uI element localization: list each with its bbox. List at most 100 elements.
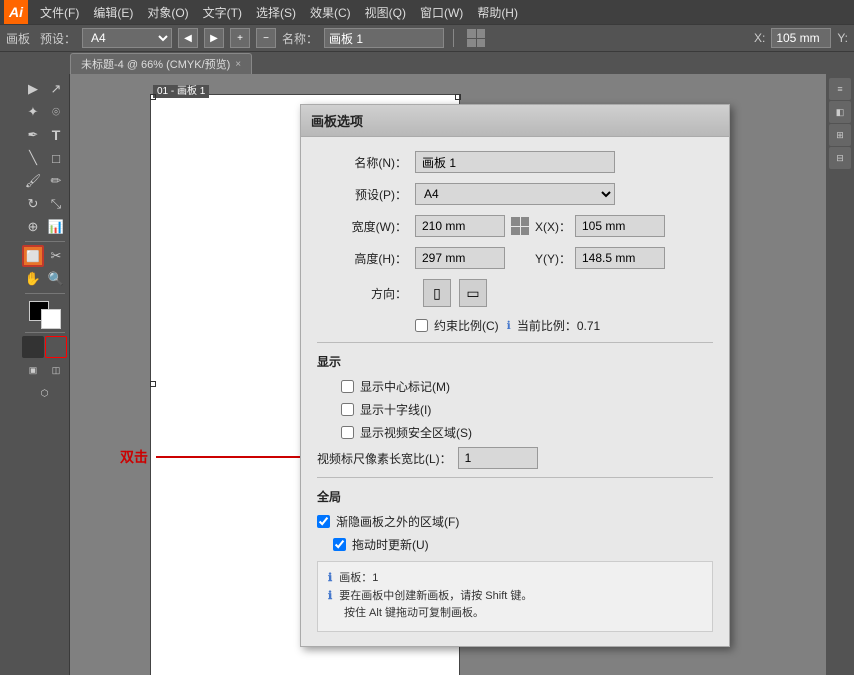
tool-mode-2[interactable] [45, 336, 67, 358]
show-safe-checkbox[interactable] [341, 426, 354, 439]
show-crosshair-checkbox[interactable] [341, 403, 354, 416]
show-crosshair-label: 显示十字线(I) [360, 401, 431, 418]
tool-paintbrush[interactable]: 🖌 [22, 170, 44, 192]
tool-bar-chart[interactable]: 📊 [45, 216, 67, 238]
fade-checkbox[interactable] [317, 515, 330, 528]
tool-screen-2[interactable]: ◫ [45, 359, 67, 381]
corner-tl [150, 94, 156, 100]
artboard-prev-btn[interactable]: ◀ [178, 28, 198, 48]
video-ratio-input[interactable] [458, 447, 538, 469]
tool-screen-3[interactable]: ⬡ [34, 382, 56, 404]
menu-file[interactable]: 文件(F) [34, 2, 85, 23]
divider-1 [317, 342, 713, 343]
x-coord-field-label: X(X)： [535, 218, 575, 235]
tool-zoom[interactable]: 🔍 [45, 268, 67, 290]
right-btn-2[interactable]: ◧ [829, 101, 851, 123]
tool-blend[interactable]: ⊕ [22, 216, 44, 238]
landscape-btn[interactable]: ▭ [459, 279, 487, 307]
menu-effect[interactable]: 效果(C) [304, 2, 357, 23]
width-x-row: 宽度(W)： X(X)： [317, 215, 713, 237]
right-btn-3[interactable]: ⊞ [829, 124, 851, 146]
preset-dropdown[interactable]: A4 [415, 183, 615, 205]
artboard-add-btn[interactable]: + [230, 28, 250, 48]
artboard-del-btn[interactable]: − [256, 28, 276, 48]
portrait-btn[interactable]: ▯ [423, 279, 451, 307]
panel-label-text: 画板 [6, 30, 30, 47]
constraint-checkbox[interactable] [415, 319, 428, 332]
show-center-row: 显示中心标记(M) [317, 378, 713, 395]
menu-select[interactable]: 选择(S) [250, 2, 302, 23]
height-input[interactable] [415, 247, 505, 269]
constraint-row: 约束比例(C) ℹ 当前比例： 0.71 [317, 317, 713, 334]
show-safe-row: 显示视频安全区域(S) [317, 424, 713, 441]
tool-slice[interactable]: ✂ [45, 245, 67, 267]
app-logo: Ai [4, 0, 28, 24]
tool-hand[interactable]: ✋ [22, 268, 44, 290]
color-box [24, 301, 66, 329]
tab-close-btn[interactable]: × [235, 59, 241, 70]
y-coord-label: Y: [837, 31, 848, 45]
right-btn-1[interactable]: ≡ [829, 78, 851, 100]
tool-magic-wand[interactable]: ✦ [22, 101, 44, 123]
y-input[interactable] [575, 247, 665, 269]
fg-bg-colors[interactable] [29, 301, 61, 329]
width-input[interactable] [415, 215, 505, 237]
separator [453, 29, 454, 47]
right-btn-4[interactable]: ⊟ [829, 147, 851, 169]
menu-edit[interactable]: 编辑(E) [87, 2, 139, 23]
menu-window[interactable]: 窗口(W) [414, 2, 469, 23]
show-center-checkbox[interactable] [341, 380, 354, 393]
dialog-title-bar[interactable]: 画板选项 [301, 105, 729, 137]
constraint-info-icon[interactable]: ℹ [507, 319, 511, 332]
background-color[interactable] [41, 309, 61, 329]
height-field-label: 高度(H)： [317, 250, 407, 267]
tool-screen-1[interactable]: ▣ [22, 359, 44, 381]
grid-icon [467, 29, 485, 47]
preset-field-label: 预设(P)： [317, 186, 407, 203]
y-coord-field-label: Y(Y)： [535, 250, 575, 267]
preset-select[interactable]: A4 [82, 28, 172, 48]
tab-bar: 未标题-4 @ 66% (CMYK/预览) × [0, 52, 854, 74]
orientation-row: 方向： ▯ ▭ [317, 279, 713, 307]
x-coord-input[interactable] [771, 28, 831, 48]
tool-mode-1[interactable] [22, 336, 44, 358]
tool-scale[interactable]: ⤡ [45, 193, 67, 215]
tool-pen[interactable]: ✒ [22, 124, 44, 146]
fade-row: 渐隐画板之外的区域(F) [317, 513, 713, 530]
tool-line[interactable]: ╲ [22, 147, 44, 169]
menu-object[interactable]: 对象(O) [141, 2, 194, 23]
active-tab[interactable]: 未标题-4 @ 66% (CMYK/预览) × [70, 53, 252, 74]
info-artboard-row: ℹ 画板：1 [328, 570, 702, 588]
tool-rotate[interactable]: ↻ [22, 193, 44, 215]
divider-2 [317, 477, 713, 478]
menu-view[interactable]: 视图(Q) [359, 2, 412, 23]
tool-artboard[interactable]: ⬜ [22, 245, 44, 267]
canvas-area: 01 - 画板 1 双击 画板选项 名称(N)： [70, 74, 826, 675]
menu-items: 文件(F) 编辑(E) 对象(O) 文字(T) 选择(S) 效果(C) 视图(Q… [34, 2, 524, 23]
name-input[interactable] [415, 151, 615, 173]
panel-label-strip [0, 74, 20, 675]
tool-lasso[interactable]: ⌾ [45, 101, 67, 123]
name-label: 名称： [282, 30, 318, 47]
x-input[interactable] [575, 215, 665, 237]
tool-type[interactable]: T [45, 124, 67, 146]
menu-type[interactable]: 文字(T) [197, 2, 248, 23]
tool-separator [25, 241, 65, 242]
artboard-next-btn[interactable]: ▶ [204, 28, 224, 48]
constraint-label: 约束比例(C) [434, 317, 499, 334]
artboard-name-input[interactable] [324, 28, 444, 48]
show-center-label: 显示中心标记(M) [360, 378, 450, 395]
tool-direct-select[interactable]: ↗ [45, 78, 67, 100]
current-ratio-value: 0.71 [577, 319, 600, 333]
video-ratio-label: 视频标尺像素长宽比(L)： [317, 450, 452, 467]
update-checkbox[interactable] [333, 538, 346, 551]
tool-rect[interactable]: □ [45, 147, 67, 169]
tool-pencil[interactable]: ✏ [45, 170, 67, 192]
menu-help[interactable]: 帮助(H) [471, 2, 524, 23]
tool-select-arrow[interactable]: ▶ [22, 78, 44, 100]
tool-separator-3 [25, 332, 65, 333]
corner-ml [150, 381, 156, 387]
show-crosshair-row: 显示十字线(I) [317, 401, 713, 418]
info-box: ℹ 画板：1 ℹ 要在画板中创建新画板，请按 Shift 键。 按住 Alt 键… [317, 561, 713, 632]
main-area: ▶ ↗ ✦ ⌾ ✒ T ╲ □ 🖌 ✏ ↻ ⤡ ⊕ 📊 ⬜ ✂ [0, 74, 854, 675]
